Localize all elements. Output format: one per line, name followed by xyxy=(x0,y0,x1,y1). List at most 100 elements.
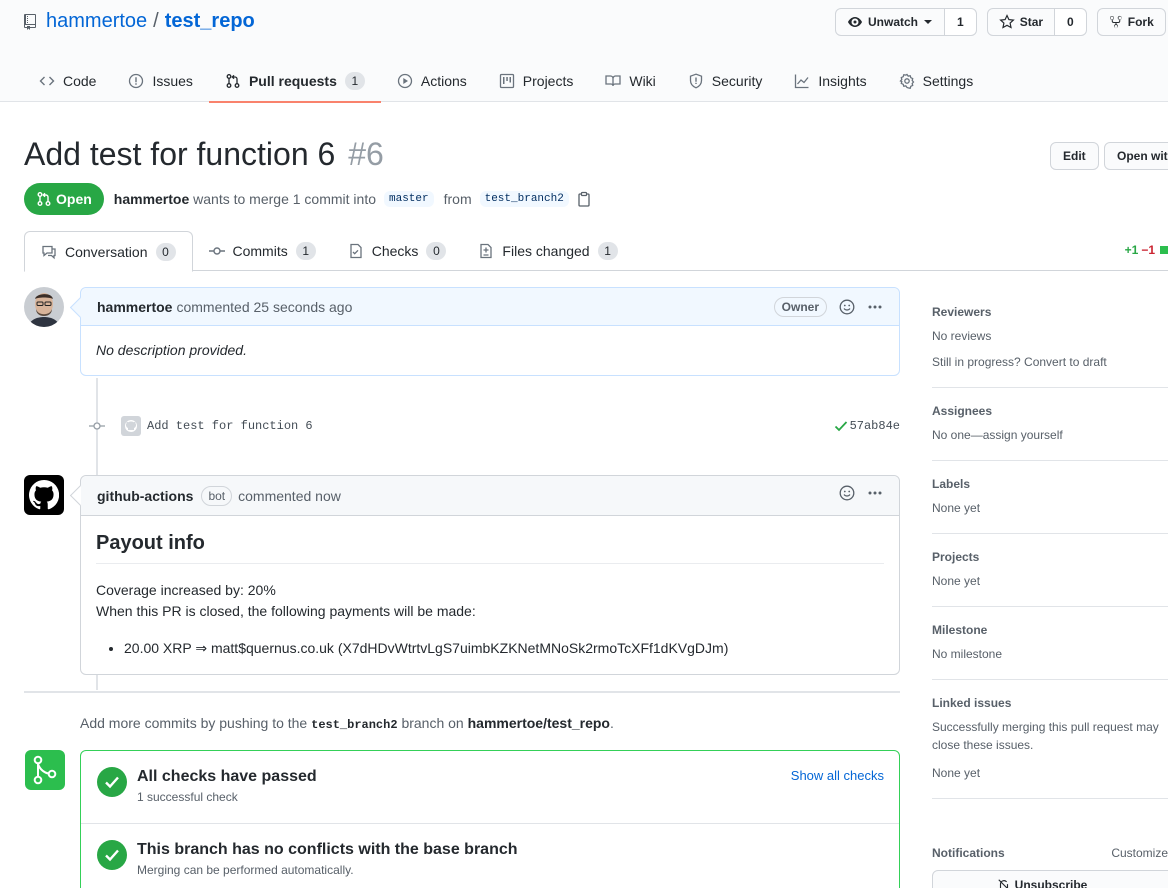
tab-settings[interactable]: Settings xyxy=(883,60,990,102)
owner-badge: Owner xyxy=(773,297,827,317)
status-label: Open xyxy=(56,191,92,207)
smiley-icon[interactable] xyxy=(839,485,855,501)
head-branch[interactable]: test_branch2 xyxy=(479,191,569,207)
tab-projects[interactable]: Projects xyxy=(483,60,590,102)
commit-message-link[interactable]: Add test for function 6 xyxy=(147,419,313,433)
tab-wiki-label: Wiki xyxy=(629,73,656,89)
tab-actions[interactable]: Actions xyxy=(381,60,483,102)
bot-author-link[interactable]: github-actions xyxy=(97,488,193,504)
tab-conversation[interactable]: Conversation 0 xyxy=(24,231,193,272)
comment-icon xyxy=(42,245,56,259)
linked-issues-title[interactable]: Linked issues xyxy=(932,696,1168,710)
unwatch-button[interactable]: Unwatch xyxy=(835,8,946,36)
tab-actions-label: Actions xyxy=(420,73,467,89)
watchers-count[interactable]: 1 xyxy=(945,8,977,36)
bot-comment-meta[interactable]: commented now xyxy=(238,488,341,504)
coverage-text: Coverage increased by: 20% xyxy=(96,582,276,598)
commit-icon xyxy=(89,422,105,430)
stars-count[interactable]: 0 xyxy=(1055,8,1087,36)
github-actions-avatar[interactable] xyxy=(24,475,64,515)
open-with-button[interactable]: Open with xyxy=(1104,142,1168,170)
tab-conversation-label: Conversation xyxy=(65,243,148,260)
tab-code-label: Code xyxy=(63,73,97,89)
github-mark-icon xyxy=(29,480,59,510)
kebab-horizontal-icon[interactable] xyxy=(867,485,883,501)
push-note-repo: hammertoe/test_repo xyxy=(467,715,610,731)
sidebar-projects: Projects None yet xyxy=(932,534,1168,607)
pr-author-link[interactable]: hammertoe xyxy=(114,191,189,207)
payment-item: 20.00 XRP ⇒ matt$quernus.co.uk (X7dHDvWt… xyxy=(124,638,884,658)
fork-button[interactable]: Fork xyxy=(1096,8,1166,36)
sidebar-linked-issues: Linked issues Successfully merging this … xyxy=(932,680,1168,799)
shield-icon xyxy=(689,73,702,89)
payments-intro-text: When this PR is closed, the following pa… xyxy=(96,603,476,619)
star-button[interactable]: Star xyxy=(986,8,1056,36)
projects-title[interactable]: Projects xyxy=(932,550,1168,564)
avatar[interactable] xyxy=(24,287,64,327)
tab-checks[interactable]: Checks 0 xyxy=(332,231,463,271)
checklist-icon xyxy=(350,243,362,259)
tab-commits[interactable]: Commits 1 xyxy=(193,231,332,271)
files-changed-counter: 1 xyxy=(597,242,618,260)
tab-settings-label: Settings xyxy=(922,73,974,89)
tab-security-label: Security xyxy=(711,73,763,89)
bot-comment-body: Payout info Coverage increased by: 20% W… xyxy=(81,516,899,674)
assignees-title[interactable]: Assignees xyxy=(932,404,1168,418)
tab-code[interactable]: Code xyxy=(24,60,112,102)
timeline-separator xyxy=(24,691,900,693)
unsubscribe-button[interactable]: Unsubscribe xyxy=(932,870,1168,888)
merge-status-icon xyxy=(25,750,65,790)
tab-pull-requests[interactable]: Pull requests 1 xyxy=(208,60,381,103)
conflict-title: This branch has no conflicts with the ba… xyxy=(137,841,518,858)
edit-button[interactable]: Edit xyxy=(1050,142,1099,170)
tab-issues[interactable]: Issues xyxy=(112,60,208,102)
push-note-branch: test_branch2 xyxy=(311,718,398,732)
watch-group: Unwatch 1 xyxy=(835,8,977,36)
convert-to-draft-link[interactable]: Still in progress? Convert to draft xyxy=(932,353,1168,371)
tab-files-changed[interactable]: Files changed 1 xyxy=(462,231,633,271)
comment-author-link[interactable]: hammertoe xyxy=(97,299,172,315)
issue-icon xyxy=(129,73,144,89)
page-title: Add test for function 6 #6 xyxy=(24,136,384,173)
commits-counter: 1 xyxy=(295,242,316,260)
repo-title: hammertoe / test_repo xyxy=(24,10,255,33)
tab-insights[interactable]: Insights xyxy=(778,60,882,102)
repo-owner-link[interactable]: hammertoe xyxy=(46,10,147,33)
repo-name-link[interactable]: test_repo xyxy=(165,10,255,33)
smiley-icon[interactable] xyxy=(839,299,855,315)
comment-header: hammertoe commented 25 seconds ago Owner xyxy=(81,288,899,326)
tab-checks-label: Checks xyxy=(371,243,419,259)
check-icon[interactable] xyxy=(834,420,848,432)
file-diff-icon xyxy=(480,243,493,259)
check-circle-icon xyxy=(97,840,127,870)
push-note-suffix: . xyxy=(610,715,614,731)
kebab-horizontal-icon[interactable] xyxy=(867,299,883,315)
show-all-checks-link[interactable]: Show all checks xyxy=(791,768,884,783)
book-icon xyxy=(605,75,622,87)
repo-header: hammertoe / test_repo Unwatch 1 Star 0 F… xyxy=(0,0,1168,103)
tab-wiki[interactable]: Wiki xyxy=(589,60,671,102)
milestone-title[interactable]: Milestone xyxy=(932,623,1168,637)
github-avatar-icon xyxy=(121,416,141,436)
repo-actions: Unwatch 1 Star 0 Fork xyxy=(835,8,1166,36)
sidebar-reviewers: Reviewers No reviews Still in progress? … xyxy=(932,287,1168,388)
commit-sha-link[interactable]: 57ab84e xyxy=(850,419,900,433)
copy-icon[interactable] xyxy=(577,191,591,207)
push-note-prefix: Add more commits by pushing to the xyxy=(80,715,308,731)
pr-state-row: Open hammertoe wants to merge 1 commit i… xyxy=(24,183,591,215)
fork-label: Fork xyxy=(1127,15,1154,29)
linked-issues-line1: Successfully merging this pull request m… xyxy=(932,720,1159,734)
reviewers-title[interactable]: Reviewers xyxy=(932,305,1168,319)
commit-row: Add test for function 6 57ab84e xyxy=(80,414,900,438)
labels-title[interactable]: Labels xyxy=(932,477,1168,491)
base-branch[interactable]: master xyxy=(384,191,434,207)
eye-icon xyxy=(848,17,862,27)
comment-meta[interactable]: commented 25 seconds ago xyxy=(176,299,352,315)
tab-security[interactable]: Security xyxy=(672,60,779,102)
assign-yourself-link[interactable]: No one—assign yourself xyxy=(932,426,1168,444)
sidebar-milestone: Milestone No milestone xyxy=(932,607,1168,680)
additions-count: +1 xyxy=(1124,243,1139,257)
conversation-counter: 0 xyxy=(155,242,176,261)
pr-tabs: Conversation 0 Commits 1 Checks 0 Files … xyxy=(24,231,1168,272)
notifications-customize-link[interactable]: Customize xyxy=(1111,846,1168,860)
